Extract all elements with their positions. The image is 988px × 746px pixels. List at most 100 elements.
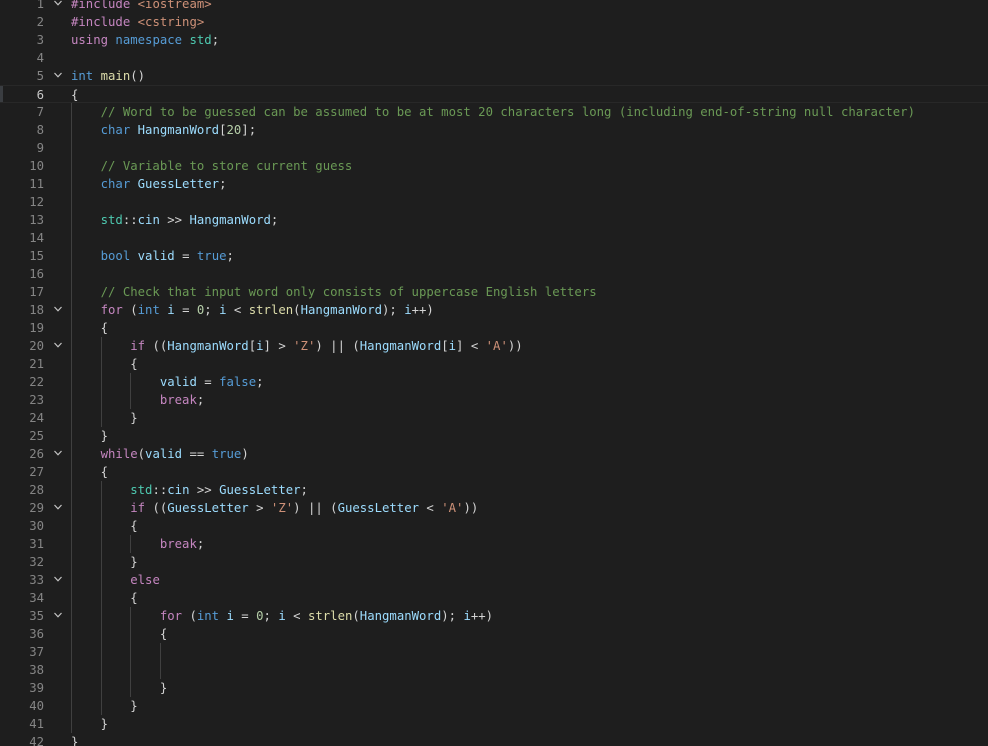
indent-guide bbox=[100, 373, 102, 391]
code-line[interactable]: 26 while(valid == true) bbox=[0, 445, 988, 463]
code-token: if bbox=[130, 501, 146, 515]
code-line[interactable]: 9 bbox=[0, 139, 988, 157]
code-token: () bbox=[130, 69, 146, 83]
code-line[interactable]: 15 bool valid = true; bbox=[0, 247, 988, 265]
chevron-down-icon[interactable] bbox=[51, 607, 65, 625]
code-line[interactable]: 19 { bbox=[0, 319, 988, 337]
code-line[interactable]: 40} bbox=[0, 697, 988, 715]
code-line[interactable]: 24} bbox=[0, 409, 988, 427]
code-line[interactable]: 6{ bbox=[0, 85, 988, 103]
code-line[interactable]: 17 // Check that input word only consists… bbox=[0, 283, 988, 301]
code-line[interactable]: 22 valid = false; bbox=[0, 373, 988, 391]
chevron-down-icon[interactable] bbox=[51, 445, 65, 463]
code-line[interactable]: 36 { bbox=[0, 625, 988, 643]
indent-guide bbox=[71, 481, 72, 499]
chevron-down-icon[interactable] bbox=[51, 301, 65, 319]
code-line[interactable]: 5 int main() bbox=[0, 67, 988, 85]
chevron-down-icon[interactable] bbox=[51, 337, 65, 355]
code-token: // Word to be guessed can be assumed to … bbox=[100, 105, 915, 119]
line-number: 14 bbox=[29, 231, 44, 245]
chevron-down-icon[interactable] bbox=[51, 571, 65, 589]
code-line[interactable]: 25} bbox=[0, 427, 988, 445]
indent-guide bbox=[71, 463, 72, 481]
line-number: 12 bbox=[29, 195, 44, 209]
code-token: ; bbox=[196, 537, 205, 551]
chevron-down-icon[interactable] bbox=[51, 67, 65, 85]
code-line[interactable]: 38 bbox=[0, 661, 988, 679]
line-number: 26 bbox=[29, 447, 44, 461]
code-line[interactable]: 33 else bbox=[0, 571, 988, 589]
code-editor[interactable]: 1 #include <iostream> 2 #include <cstring> 3… bbox=[0, 0, 988, 746]
chevron-down-icon[interactable] bbox=[51, 499, 65, 517]
code-line[interactable]: 31 break; bbox=[0, 535, 988, 553]
code-text: { bbox=[130, 517, 137, 535]
indent-guide bbox=[71, 103, 72, 121]
code-line[interactable]: 10 // Variable to store current guess bbox=[0, 157, 988, 175]
code-line[interactable]: 20 if ((HangmanWord[i] > 'Z') || (Hangman… bbox=[0, 337, 988, 355]
line-number: 18 bbox=[29, 303, 44, 317]
code-token: = bbox=[233, 609, 257, 623]
code-line[interactable]: 1 #include <iostream> bbox=[0, 0, 988, 13]
code-text: for (int i = 0; i < strlen(HangmanWord);… bbox=[160, 607, 493, 625]
code-line[interactable]: 11 char GuessLetter; bbox=[0, 175, 988, 193]
code-text: break; bbox=[160, 535, 204, 553]
line-number: 6 bbox=[36, 88, 44, 102]
code-line[interactable]: 29 if ((GuessLetter > 'Z') || (GuessLette… bbox=[0, 499, 988, 517]
code-line[interactable]: 13 std::cin >> HangmanWord; bbox=[0, 211, 988, 229]
indent-guide bbox=[71, 373, 72, 391]
code-line[interactable]: 30 { bbox=[0, 517, 988, 535]
line-number: 11 bbox=[29, 177, 44, 191]
line-number: 28 bbox=[29, 483, 44, 497]
indent-guide bbox=[100, 697, 102, 715]
code-token: ; bbox=[204, 303, 220, 317]
code-line[interactable]: 28 std::cin >> GuessLetter; bbox=[0, 481, 988, 499]
code-line[interactable]: 2 #include <cstring> bbox=[0, 13, 988, 31]
code-line[interactable]: 41} bbox=[0, 715, 988, 733]
code-token: ]; bbox=[241, 123, 257, 137]
code-line[interactable]: 14 bbox=[0, 229, 988, 247]
code-line[interactable]: 12 bbox=[0, 193, 988, 211]
indent-guide bbox=[100, 337, 102, 355]
code-line[interactable]: 23 break; bbox=[0, 391, 988, 409]
indent-guide bbox=[71, 661, 72, 679]
indent-guide bbox=[71, 301, 72, 319]
code-line[interactable]: 42} bbox=[0, 733, 988, 746]
indent-guide bbox=[71, 175, 72, 193]
indent-guide bbox=[130, 679, 132, 697]
code-token: ; bbox=[300, 483, 308, 497]
code-line[interactable]: 32} bbox=[0, 553, 988, 571]
indent-guide bbox=[71, 679, 72, 697]
code-line[interactable]: 7 // Word to be guessed can be assumed to… bbox=[0, 103, 988, 121]
line-number: 39 bbox=[29, 681, 44, 695]
code-line[interactable]: 4 bbox=[0, 49, 988, 67]
code-line[interactable]: 34 { bbox=[0, 589, 988, 607]
line-number: 33 bbox=[29, 573, 44, 587]
code-line[interactable]: 16 bbox=[0, 265, 988, 283]
code-token: GuessLetter bbox=[137, 177, 220, 191]
indent-guide bbox=[159, 661, 161, 679]
code-line[interactable]: 18 for (int i = 0; i < strlen(HangmanWord… bbox=[0, 301, 988, 319]
chevron-down-icon[interactable] bbox=[51, 0, 65, 13]
code-line[interactable]: 35 for (int i = 0; i < strlen(HangmanWord… bbox=[0, 607, 988, 625]
code-token: 0 bbox=[256, 609, 264, 623]
code-token: #include bbox=[71, 15, 138, 29]
line-number: 23 bbox=[29, 393, 44, 407]
indent-guide bbox=[100, 409, 102, 427]
indent-guide bbox=[71, 445, 72, 463]
code-line[interactable]: 37 bbox=[0, 643, 988, 661]
code-line[interactable]: 21 { bbox=[0, 355, 988, 373]
line-number: 41 bbox=[29, 717, 44, 731]
line-number: 9 bbox=[36, 141, 44, 155]
indent-guide bbox=[100, 535, 102, 553]
code-token: i bbox=[463, 609, 471, 623]
code-token: HangmanWord bbox=[300, 303, 382, 317]
code-token: = bbox=[174, 249, 197, 263]
code-line[interactable]: 39} bbox=[0, 679, 988, 697]
code-token: ; bbox=[263, 609, 279, 623]
code-line[interactable]: 3 using namespace std; bbox=[0, 31, 988, 49]
code-token: 20 bbox=[226, 123, 242, 137]
code-token: ); bbox=[382, 303, 405, 317]
line-number: 15 bbox=[29, 249, 44, 263]
code-line[interactable]: 8 char HangmanWord[20]; bbox=[0, 121, 988, 139]
code-line[interactable]: 27 { bbox=[0, 463, 988, 481]
